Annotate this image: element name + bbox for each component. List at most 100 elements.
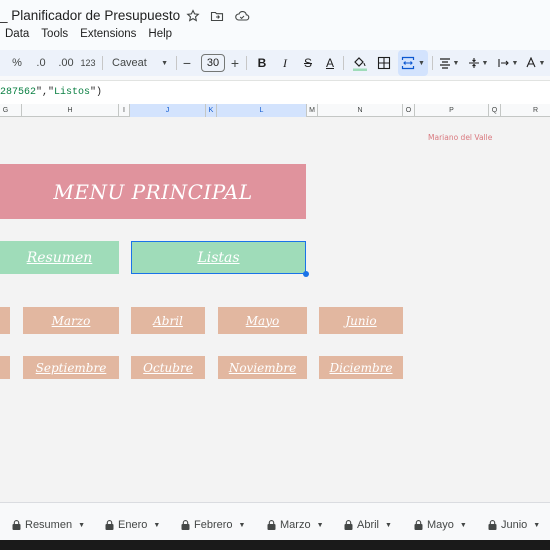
percent-format-button[interactable]: % xyxy=(10,50,24,76)
italic-button[interactable]: I xyxy=(279,50,291,76)
month-link-abril[interactable]: Abril xyxy=(131,307,205,334)
month-link-partial[interactable] xyxy=(0,307,10,334)
menu-help[interactable]: Help xyxy=(148,28,172,40)
sheet-tab-label: Resumen xyxy=(25,519,73,531)
column-header-i[interactable]: I xyxy=(119,104,130,117)
borders-button[interactable] xyxy=(376,50,392,76)
text-wrap-button[interactable]: ▼ xyxy=(496,50,520,76)
move-to-folder-icon[interactable] xyxy=(210,9,224,23)
chevron-down-icon[interactable]: ▼ xyxy=(78,522,85,529)
month-link-junio[interactable]: Junio xyxy=(319,307,403,334)
star-icon[interactable] xyxy=(186,9,200,23)
font-size-value[interactable]: 30 xyxy=(201,54,225,72)
borders-icon xyxy=(377,56,391,70)
column-header-m[interactable]: M xyxy=(307,104,318,117)
increase-decimals-button[interactable]: .00 xyxy=(56,50,76,76)
month-link-septiembre[interactable]: Septiembre xyxy=(23,356,119,379)
formula-separator: "," xyxy=(36,87,55,98)
horizontal-align-button[interactable]: ▼ xyxy=(437,50,461,76)
selection-fill-handle[interactable] xyxy=(303,271,309,277)
decrease-font-size-button[interactable]: − xyxy=(181,50,193,76)
text-color-button[interactable]: A xyxy=(323,50,337,76)
font-family-value: Caveat xyxy=(112,57,147,69)
column-header-j[interactable]: J xyxy=(130,104,206,117)
sheet-grid[interactable]: Mariano del Valle MENU PRINCIPAL Resumen… xyxy=(0,117,550,502)
merge-cells-button[interactable]: ▼ xyxy=(398,50,428,76)
resumen-link[interactable]: Resumen xyxy=(0,241,119,274)
chevron-down-icon: ▼ xyxy=(161,59,168,67)
listas-link[interactable]: Listas xyxy=(131,241,306,274)
formula-number: 287562 xyxy=(0,87,37,98)
column-header-g[interactable]: G xyxy=(0,104,22,117)
document-title[interactable]: _ Planificador de Presupuesto xyxy=(0,8,180,23)
menu-data[interactable]: Data xyxy=(5,28,29,40)
menu-principal-banner: MENU PRINCIPAL xyxy=(0,164,306,219)
sheet-tab-abril[interactable]: Abril ▼ xyxy=(344,517,392,533)
chevron-down-icon[interactable]: ▼ xyxy=(153,522,160,529)
title-bar: _ Planificador de Presupuesto Data Tools… xyxy=(0,0,550,50)
number-format-button[interactable]: 123 xyxy=(79,50,97,76)
bold-button[interactable]: B xyxy=(255,50,269,76)
column-header-r[interactable]: R xyxy=(501,104,550,117)
chevron-down-icon: ▼ xyxy=(511,59,519,67)
lock-icon xyxy=(267,520,276,530)
sheet-tab-label: Marzo xyxy=(280,519,311,531)
decrease-decimals-button[interactable]: .0 xyxy=(32,50,50,76)
formula-bar[interactable]: 287562 "," Listos ") xyxy=(0,80,550,104)
month-link-mayo[interactable]: Mayo xyxy=(218,307,307,334)
column-header-h[interactable]: H xyxy=(22,104,119,117)
column-header-q[interactable]: Q xyxy=(489,104,501,117)
chevron-down-icon: ▼ xyxy=(481,59,489,67)
month-link-octubre[interactable]: Octubre xyxy=(131,356,205,379)
column-header-p[interactable]: P xyxy=(415,104,489,117)
font-family-select[interactable]: Caveat ▼ xyxy=(110,50,170,76)
increase-decimals-label: .00 xyxy=(58,57,74,69)
strikethrough-button[interactable]: S xyxy=(301,50,315,76)
toolbar-divider xyxy=(246,56,247,70)
sheet-tab-enero[interactable]: Enero ▼ xyxy=(105,517,160,533)
chevron-down-icon[interactable]: ▼ xyxy=(317,522,324,529)
menu-bar: Data Tools Extensions Help xyxy=(5,28,172,40)
sheet-tab-mayo[interactable]: Mayo ▼ xyxy=(414,517,467,533)
font-size-field[interactable]: 30 xyxy=(200,50,226,76)
paint-bucket-icon xyxy=(353,57,367,71)
sheet-tab-febrero[interactable]: Febrero ▼ xyxy=(181,517,245,533)
vertical-align-button[interactable]: ▼ xyxy=(466,50,490,76)
toolbar-divider xyxy=(432,56,433,70)
sheet-tab-label: Febrero xyxy=(194,519,233,531)
text-color-label: A xyxy=(325,56,334,70)
formula-string: Listos xyxy=(54,87,91,98)
menu-extensions[interactable]: Extensions xyxy=(80,28,136,40)
cloud-saved-icon[interactable] xyxy=(234,9,250,23)
column-header-k[interactable]: K xyxy=(206,104,217,117)
chevron-down-icon: ▼ xyxy=(452,59,460,67)
month-link-marzo[interactable]: Marzo xyxy=(23,307,119,334)
column-headers: G H I J K L M N O P Q R xyxy=(0,104,550,117)
month-link-partial[interactable] xyxy=(0,356,10,379)
spreadsheet-app: _ Planificador de Presupuesto Data Tools… xyxy=(0,0,550,550)
author-credit: Mariano del Valle xyxy=(428,133,493,142)
month-link-diciembre[interactable]: Diciembre xyxy=(319,356,403,379)
column-header-n[interactable]: N xyxy=(318,104,403,117)
menu-tools[interactable]: Tools xyxy=(41,28,68,40)
sheet-tab-resumen[interactable]: Resumen ▼ xyxy=(12,517,85,533)
chevron-down-icon[interactable]: ▼ xyxy=(460,522,467,529)
toolbar: % .0 .00 123 Caveat ▼ − 30 + B I S A ▼ ▼… xyxy=(0,50,550,76)
column-header-l[interactable]: L xyxy=(217,104,307,117)
formula-close: ") xyxy=(90,87,103,98)
chevron-down-icon: ▼ xyxy=(538,59,546,67)
chevron-down-icon[interactable]: ▼ xyxy=(385,522,392,529)
sheet-tab-junio[interactable]: Junio ▼ xyxy=(488,517,540,533)
chevron-down-icon[interactable]: ▼ xyxy=(533,522,540,529)
sheet-tab-marzo[interactable]: Marzo ▼ xyxy=(267,517,324,533)
toolbar-divider xyxy=(176,56,177,70)
month-link-noviembre[interactable]: Noviembre xyxy=(218,356,307,379)
toolbar-divider xyxy=(102,56,103,70)
lock-icon xyxy=(12,520,21,530)
text-rotation-icon xyxy=(526,57,536,68)
increase-font-size-button[interactable]: + xyxy=(229,50,241,76)
fill-color-button[interactable] xyxy=(351,50,369,76)
chevron-down-icon[interactable]: ▼ xyxy=(239,522,246,529)
text-rotation-button[interactable]: ▼ xyxy=(524,50,546,76)
column-header-o[interactable]: O xyxy=(403,104,415,117)
